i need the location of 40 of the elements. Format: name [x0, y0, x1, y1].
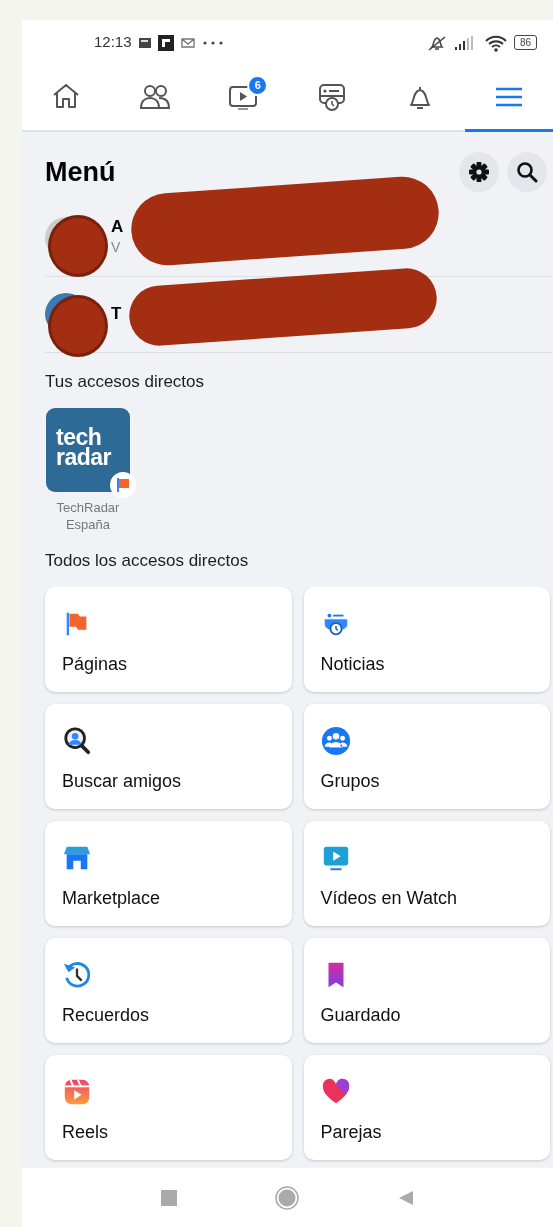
- app-icon: [157, 34, 174, 51]
- shortcut-card[interactable]: Recuerdos: [45, 938, 292, 1044]
- page-flag-icon: [110, 472, 136, 498]
- more-icon: [201, 39, 224, 46]
- shortcut-card[interactable]: Reels: [45, 1055, 292, 1161]
- groups-icon: [320, 726, 351, 757]
- shortcut-card[interactable]: Marketplace: [45, 821, 292, 927]
- search-icon: [516, 161, 538, 184]
- message-icon: [137, 35, 152, 50]
- shortcut-card[interactable]: Guardado: [303, 938, 550, 1044]
- settings-button[interactable]: [459, 152, 499, 193]
- home-button-icon: [275, 1185, 300, 1210]
- shortcut-card[interactable]: Parejas: [303, 1055, 550, 1161]
- profile-subtitle: V: [111, 237, 122, 257]
- shortcut-card[interactable]: Vídeos en Watch: [303, 821, 550, 927]
- profile-name[interactable]: T: [111, 304, 122, 324]
- page-logo[interactable]: tech radar: [46, 408, 130, 492]
- nav-tab[interactable]: 6: [199, 65, 288, 132]
- battery-indicator: 86: [513, 35, 537, 50]
- shortcut-card[interactable]: Buscar amigos: [45, 704, 292, 810]
- notification-badge: 6: [247, 75, 269, 96]
- section-heading: Tus accesos directos: [45, 370, 206, 393]
- shortcut-label: TechRadar España: [55, 500, 121, 534]
- shortcut-card[interactable]: Páginas: [45, 587, 292, 693]
- section-heading: Todos los accesos directos: [45, 549, 250, 572]
- people-search-icon: [62, 726, 92, 757]
- search-button[interactable]: [507, 152, 547, 193]
- menu-title: Menú: [45, 156, 117, 189]
- settings-icon: [468, 161, 490, 184]
- shortcut-card[interactable]: Noticias: [303, 587, 550, 693]
- recent-apps-icon: [161, 1189, 178, 1206]
- logo-text: tech: [56, 428, 102, 448]
- mail-icon: [179, 35, 196, 50]
- logo-text: radar: [56, 447, 113, 468]
- back-icon: [397, 1189, 414, 1206]
- profile-name[interactable]: A: [111, 218, 124, 237]
- clock-text: 12:13: [94, 32, 132, 53]
- shortcut-card[interactable]: Grupos: [303, 704, 550, 810]
- redaction-mark: [48, 294, 108, 357]
- wifi-icon: [483, 33, 508, 52]
